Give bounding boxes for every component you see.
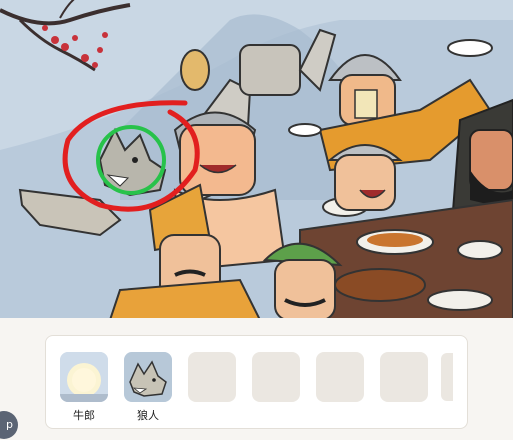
empty-slot-4: [252, 352, 300, 402]
moon-icon: [60, 352, 108, 402]
found-slot-2[interactable]: [124, 352, 172, 402]
game-scene[interactable]: [0, 0, 513, 320]
found-items-panel: 牛郎 狼人: [45, 335, 468, 429]
feast-illustration[interactable]: [0, 0, 513, 320]
empty-slot-5: [316, 352, 364, 402]
wolf-icon: [124, 352, 172, 402]
found-slot-1[interactable]: [60, 352, 108, 402]
found-slot-2-label: 狼人: [137, 409, 159, 422]
green-cap-figure: [262, 242, 343, 320]
empty-slot-3: [188, 352, 236, 402]
empty-slot-7-partial: [441, 353, 453, 401]
found-slot-1-label: 牛郎: [73, 409, 95, 422]
empty-slot-6: [380, 352, 428, 402]
